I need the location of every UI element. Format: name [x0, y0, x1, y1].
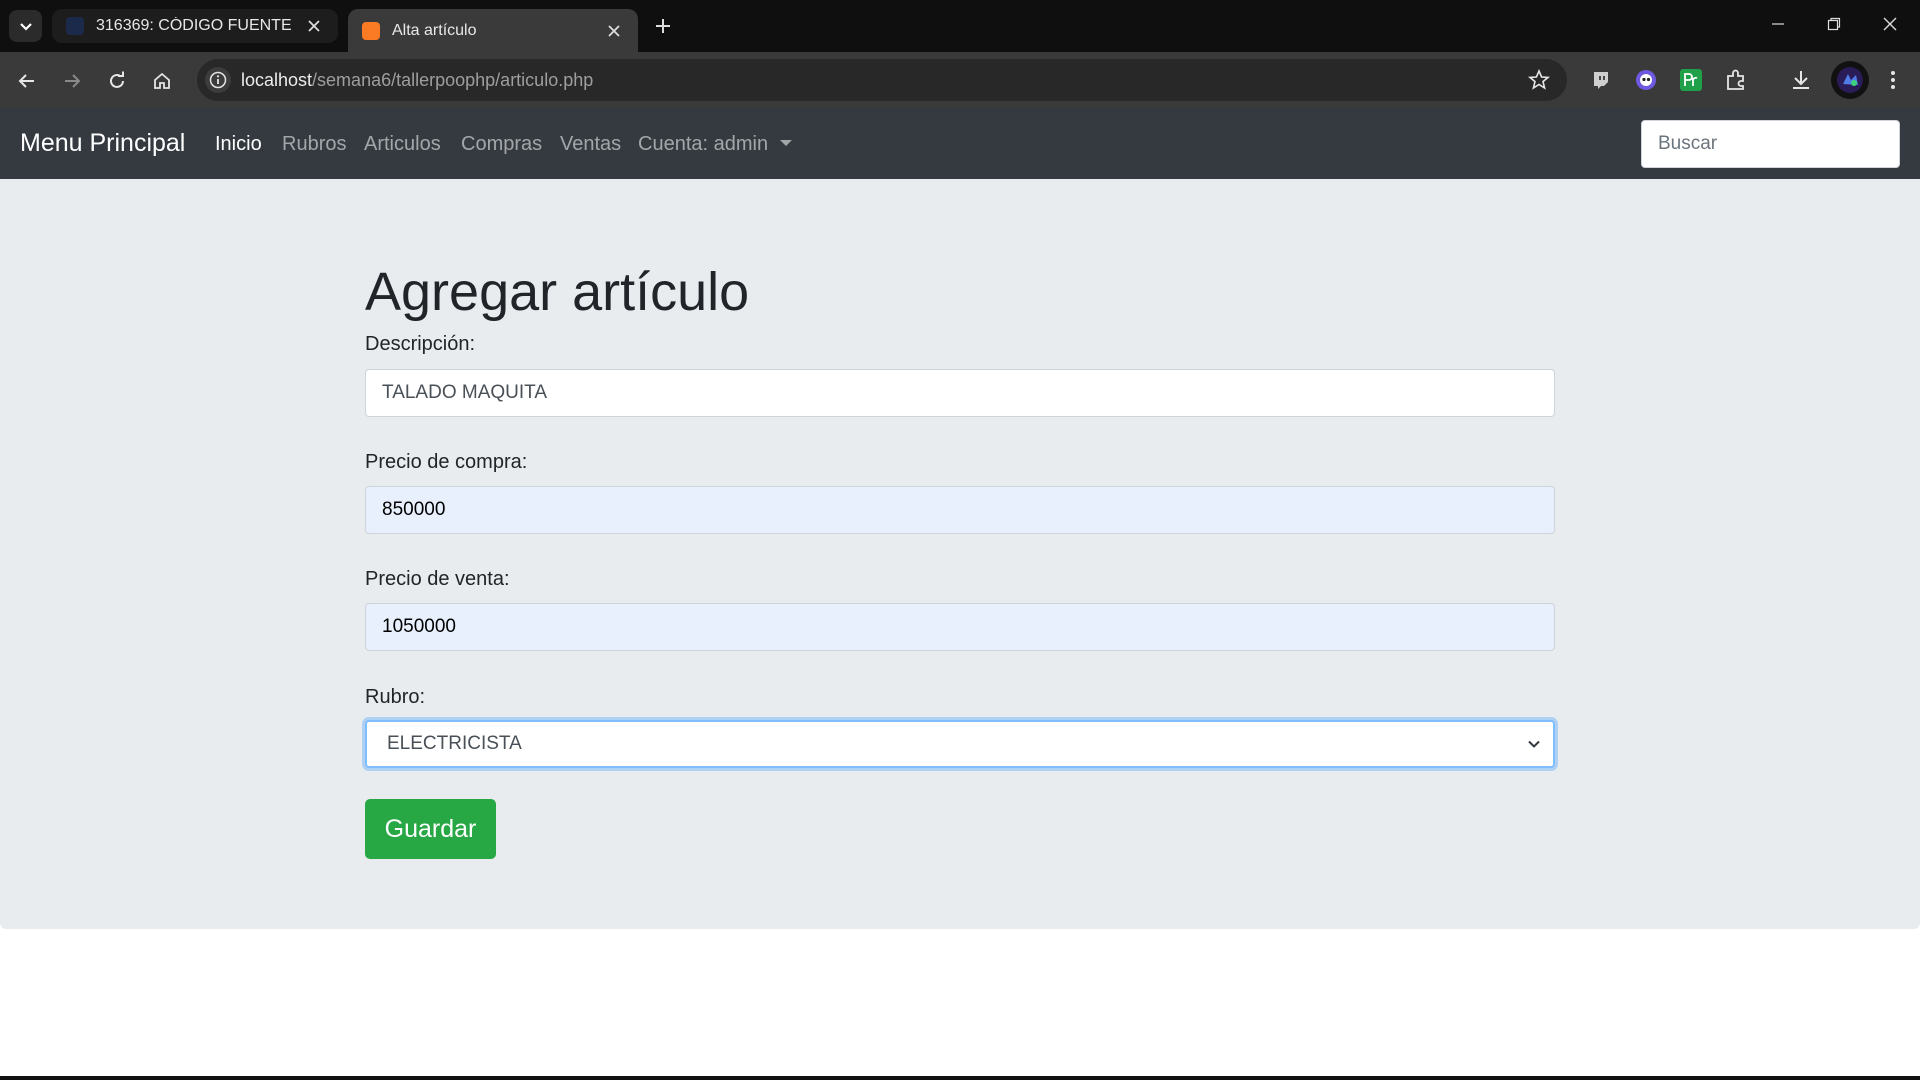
forward-icon	[65, 74, 81, 88]
app-navbar: Menu Principal Inicio Rubros Articulos C…	[0, 108, 1920, 179]
account-label: Cuenta: admin	[638, 133, 769, 155]
reload-button[interactable]	[100, 64, 134, 98]
precio-compra-label: Precio de compra:	[365, 451, 528, 473]
home-button[interactable]	[145, 64, 179, 98]
nav-link-compras[interactable]: Compras	[461, 133, 542, 156]
browser-tab-strip: 316369: CÓDIGO FUENTE Alta artículo	[0, 0, 1920, 52]
nav-link-ventas[interactable]: Ventas	[560, 133, 621, 156]
star-icon[interactable]	[1527, 68, 1551, 92]
extensions-puzzle-icon[interactable]	[1721, 65, 1751, 95]
save-button[interactable]: Guardar	[365, 799, 496, 859]
pr-extension-icon[interactable]	[1676, 65, 1706, 95]
precio-venta-label: Precio de venta:	[365, 568, 510, 590]
tab-title: 316369: CÓDIGO FUENTE	[96, 17, 292, 34]
close-icon[interactable]	[604, 21, 624, 41]
search-input[interactable]: Buscar	[1641, 120, 1900, 168]
navbar-brand[interactable]: Menu Principal	[20, 129, 185, 158]
address-bar[interactable]: localhost/semana6/tallerpoophp/articulo.…	[197, 59, 1567, 101]
descripcion-label: Descripción:	[365, 333, 476, 355]
minimize-button[interactable]	[1750, 0, 1806, 48]
rubro-label: Rubro:	[365, 686, 426, 708]
restore-button[interactable]	[1806, 0, 1862, 48]
bottom-divider	[0, 1076, 1920, 1080]
chevron-down-icon	[1528, 740, 1540, 748]
caret-down-icon	[780, 140, 793, 146]
extension-face-icon[interactable]	[1631, 65, 1661, 95]
back-icon	[18, 74, 34, 88]
new-tab-button[interactable]	[650, 13, 676, 39]
tab-alta-articulo[interactable]: Alta artículo	[348, 9, 638, 52]
tab-search-button[interactable]	[9, 10, 42, 42]
nav-link-articulos[interactable]: Articulos	[364, 133, 441, 156]
info-icon[interactable]	[205, 67, 231, 93]
tab-title: Alta artículo	[392, 21, 477, 39]
back-button[interactable]	[10, 64, 44, 98]
close-icon	[1883, 17, 1897, 31]
menu-icon[interactable]	[1878, 65, 1908, 95]
precio-compra-input[interactable]: 850000	[365, 486, 1555, 534]
browser-toolbar: localhost/semana6/tallerpoophp/articulo.…	[0, 52, 1920, 108]
window-close-button[interactable]	[1862, 0, 1918, 48]
profile-avatar[interactable]	[1831, 61, 1869, 99]
twitch-extension-icon[interactable]	[1586, 65, 1616, 95]
descripcion-input[interactable]: TALADO MAQUITA	[365, 369, 1555, 417]
home-icon	[154, 72, 170, 89]
xampp-favicon-icon	[362, 21, 380, 40]
form-container: Agregar artículo Descripción: TALADO MAQ…	[0, 179, 1920, 929]
url-host: localhost	[241, 70, 313, 90]
download-icon[interactable]	[1786, 65, 1816, 95]
rubro-selected-value: ELECTRICISTA	[387, 733, 522, 754]
chevron-down-icon	[19, 23, 32, 31]
plus-icon	[656, 19, 670, 33]
precio-venta-input[interactable]: 1050000	[365, 603, 1555, 651]
rubro-select[interactable]: ELECTRICISTA	[365, 720, 1555, 768]
account-dropdown[interactable]: Cuenta: admin	[638, 133, 793, 156]
nav-link-inicio[interactable]: Inicio	[215, 133, 262, 156]
minimize-icon	[1772, 23, 1784, 25]
nav-link-rubros[interactable]: Rubros	[282, 133, 346, 156]
tab-codigo-fuente[interactable]: 316369: CÓDIGO FUENTE	[52, 9, 338, 43]
page-title: Agregar artículo	[365, 262, 750, 322]
forward-button[interactable]	[55, 64, 89, 98]
url-path: /semana6/tallerpoophp/articulo.php	[312, 70, 594, 90]
url-text: localhost/semana6/tallerpoophp/articulo.…	[241, 70, 593, 91]
tab-favicon	[66, 17, 84, 35]
reload-icon	[110, 71, 124, 88]
restore-icon	[1827, 17, 1841, 31]
close-icon[interactable]	[304, 16, 324, 36]
